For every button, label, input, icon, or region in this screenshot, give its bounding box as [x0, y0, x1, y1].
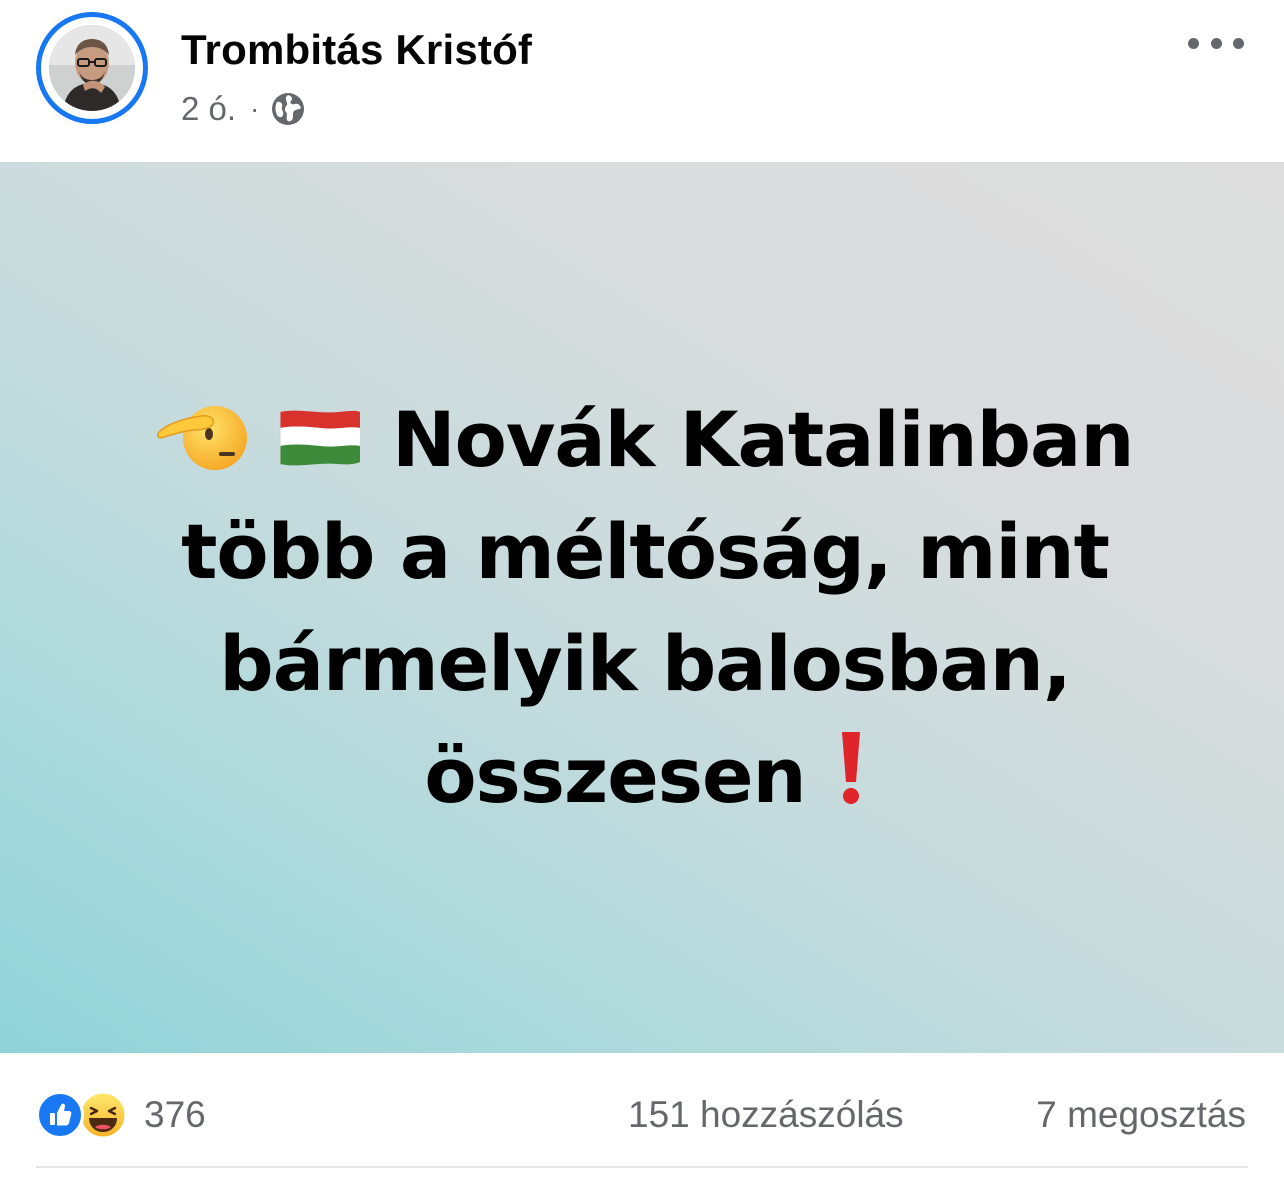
facebook-post: Trombitás Kristóf 2 ó. · Novák Katalinba…	[0, 0, 1284, 1177]
reaction-count: 376	[144, 1094, 206, 1135]
post-text-line3: bármelyik balosban,	[219, 619, 1071, 708]
haha-icon	[78, 1090, 128, 1140]
comments-count[interactable]: 151 hozzászólás	[628, 1091, 904, 1139]
more-dot	[1233, 37, 1244, 49]
post-text-line4: összesen	[424, 731, 806, 820]
avatar[interactable]	[49, 25, 135, 111]
more-options-button[interactable]	[1188, 26, 1244, 60]
post-text-line2: több a méltóság, mint	[181, 507, 1110, 596]
text-line-1: Novák Katalinban	[140, 384, 1150, 496]
author-name[interactable]: Trombitás Kristóf	[181, 26, 532, 74]
hungary-flag-emoji	[279, 410, 360, 466]
thumbs-up-icon	[50, 1103, 72, 1126]
profile-photo-icon	[49, 25, 135, 111]
red-exclamation-emoji	[841, 732, 860, 804]
shares-count[interactable]: 7 megosztás	[1036, 1091, 1246, 1139]
divider	[36, 1166, 1248, 1168]
post-image[interactable]: Novák Katalinban több a méltóság, mint b…	[0, 162, 1284, 1053]
like-icon	[36, 1091, 84, 1139]
post-header: Trombitás Kristóf 2 ó. ·	[0, 0, 1284, 162]
saluting-face-emoji	[156, 406, 247, 470]
globe-icon[interactable]	[271, 92, 305, 126]
post-meta: 2 ó. ·	[181, 88, 305, 130]
story-ring[interactable]	[36, 12, 148, 124]
post-time[interactable]: 2 ó.	[181, 90, 236, 128]
post-footer: 376 151 hozzászólás 7 megosztás	[0, 1053, 1284, 1177]
reactions-summary[interactable]: 376	[36, 1090, 206, 1140]
more-dot	[1210, 37, 1222, 49]
post-image-text: Novák Katalinban több a méltóság, mint b…	[140, 384, 1150, 832]
more-dots-icon	[1188, 37, 1199, 49]
post-text-line1: Novák Katalinban	[392, 395, 1134, 484]
meta-separator: ·	[250, 93, 260, 124]
text-line-4: összesen	[140, 720, 1150, 832]
